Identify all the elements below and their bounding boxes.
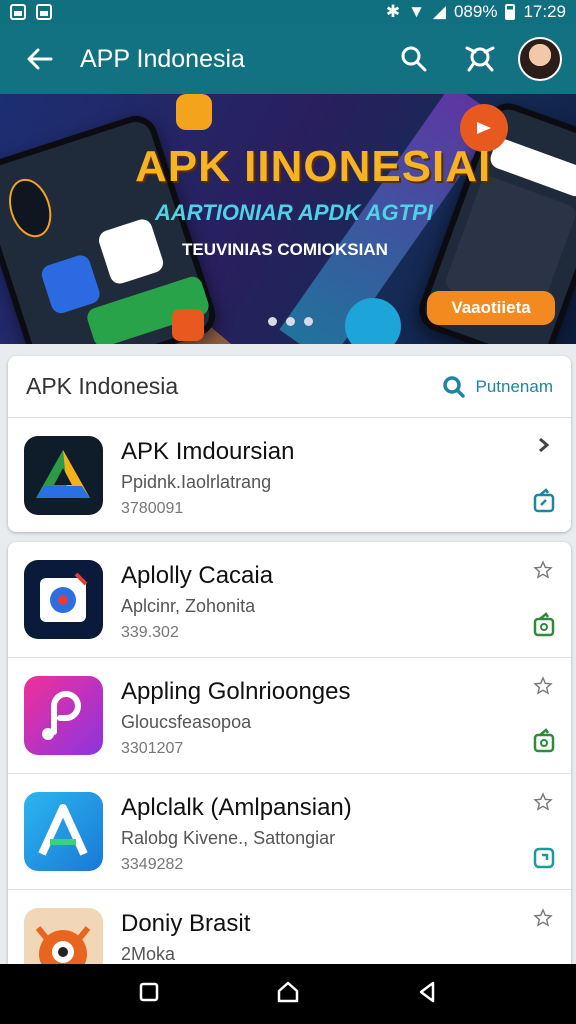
app-list: Aplolly Cacaia Aplcinr, Zohonita 339.302… xyxy=(8,542,571,972)
app-name: Doniy Brasit xyxy=(121,910,251,937)
recents-icon xyxy=(139,982,159,1001)
featured-header: APK Indonesia Putnenam xyxy=(8,356,571,418)
clock: 17:29 xyxy=(523,2,566,21)
app-developer: Aplcinr, Zohonita xyxy=(121,596,256,616)
store-badge-icon xyxy=(345,298,401,344)
status-bar: ✱ ▼ ◢ 089% 17:29 xyxy=(0,0,576,24)
section-title: APK Indonesia xyxy=(26,373,179,399)
star-icon[interactable] xyxy=(533,792,553,817)
search-filter-icon xyxy=(465,46,495,72)
home-icon xyxy=(277,981,299,1002)
carousel-dot[interactable] xyxy=(304,317,313,326)
app-icon xyxy=(24,436,103,515)
list-item[interactable]: APK Imdoursian Ppidnk.Iaolrlatrang 37800… xyxy=(8,418,571,532)
app-developer: Ralobg Kivene., Sattongiar xyxy=(121,828,336,848)
featured-card: APK Indonesia Putnenam APK Imdoursian Pp… xyxy=(8,356,571,532)
app-name: APK Imdoursian xyxy=(121,438,295,465)
star-icon[interactable] xyxy=(533,908,553,933)
app-name: Aplclalk (Amlpansian) xyxy=(121,794,352,821)
list-item[interactable]: Appling Golnrioonges Gloucsfeasopoa 3301… xyxy=(8,658,571,774)
app-count: 3301207 xyxy=(121,740,184,757)
app-count: 339.302 xyxy=(121,624,179,641)
banner-headline: APK IINONESIAI xyxy=(135,142,492,191)
app-count: 3780091 xyxy=(121,500,184,517)
list-item[interactable]: Aplolly Cacaia Aplcinr, Zohonita 339.302 xyxy=(8,542,571,658)
app-developer: Gloucsfeasopoa xyxy=(121,712,252,732)
home-button[interactable] xyxy=(275,979,301,1010)
back-button[interactable] xyxy=(0,24,80,94)
signal-icon: ◢ xyxy=(432,2,446,21)
app-badge-icon xyxy=(172,309,204,341)
install-button[interactable] xyxy=(531,844,557,875)
back-triangle-icon xyxy=(419,981,435,1002)
app-icon xyxy=(24,908,103,972)
app-icon xyxy=(24,560,103,639)
star-icon[interactable] xyxy=(533,676,553,701)
banner-subtitle: AARTIONIAR APDK AGTPI xyxy=(155,200,433,225)
install-button[interactable] xyxy=(531,728,557,759)
carousel-dot[interactable] xyxy=(268,317,277,326)
banner-tagline: TEUVINIAS COMIOKSIAN xyxy=(182,240,388,259)
list-item[interactable]: Doniy Brasit 2Moka xyxy=(8,890,571,972)
search-button[interactable] xyxy=(386,31,442,87)
system-nav-bar xyxy=(0,964,576,1024)
battery-icon xyxy=(505,4,516,20)
install-icon xyxy=(533,847,555,869)
install-icon xyxy=(533,612,555,637)
search-icon xyxy=(401,46,427,72)
app-name: Aplolly Cacaia xyxy=(121,562,274,589)
install-button[interactable] xyxy=(531,488,557,519)
gallery-notification-icon xyxy=(10,4,26,20)
recommend-label: Putnenam xyxy=(475,376,554,396)
filter-search-button[interactable] xyxy=(452,31,508,87)
app-bar: APP Indonesia xyxy=(0,24,576,94)
app-name: Appling Golnrioonges xyxy=(121,678,351,705)
list-item[interactable]: Aplclalk (Amlpansian) Ralobg Kivene., Sa… xyxy=(8,774,571,890)
install-icon xyxy=(533,488,555,513)
app-developer: 2Moka xyxy=(121,944,176,964)
app-count: 3349282 xyxy=(121,856,184,873)
back-nav-button[interactable] xyxy=(415,980,439,1009)
photo-notification-icon xyxy=(36,4,52,20)
recommend-link[interactable]: Putnenam xyxy=(442,375,554,399)
battery-level: 089% xyxy=(453,2,498,21)
app-icon xyxy=(24,792,103,871)
wifi-icon: ▼ xyxy=(408,2,425,21)
carousel-dot[interactable] xyxy=(286,317,295,326)
bluetooth-icon: ✱ xyxy=(385,2,401,21)
banner-cta-button[interactable]: Vaaotiieta xyxy=(427,291,555,325)
arrow-left-icon xyxy=(27,48,53,70)
image-badge-icon xyxy=(176,94,212,130)
user-avatar[interactable] xyxy=(518,37,562,81)
promo-banner[interactable]: APK IINONESIAI AARTIONIAR APDK AGTPI TEU… xyxy=(0,94,576,344)
page-title: APP Indonesia xyxy=(80,44,245,73)
carousel-indicator[interactable] xyxy=(268,317,313,326)
recents-button[interactable] xyxy=(137,980,161,1009)
search-icon xyxy=(442,375,465,398)
install-icon xyxy=(533,728,555,753)
app-developer: Ppidnk.Iaolrlatrang xyxy=(121,472,272,492)
star-icon[interactable] xyxy=(533,560,553,585)
chevron-right-icon[interactable] xyxy=(535,436,553,459)
install-button[interactable] xyxy=(531,612,557,643)
app-icon xyxy=(24,676,103,755)
